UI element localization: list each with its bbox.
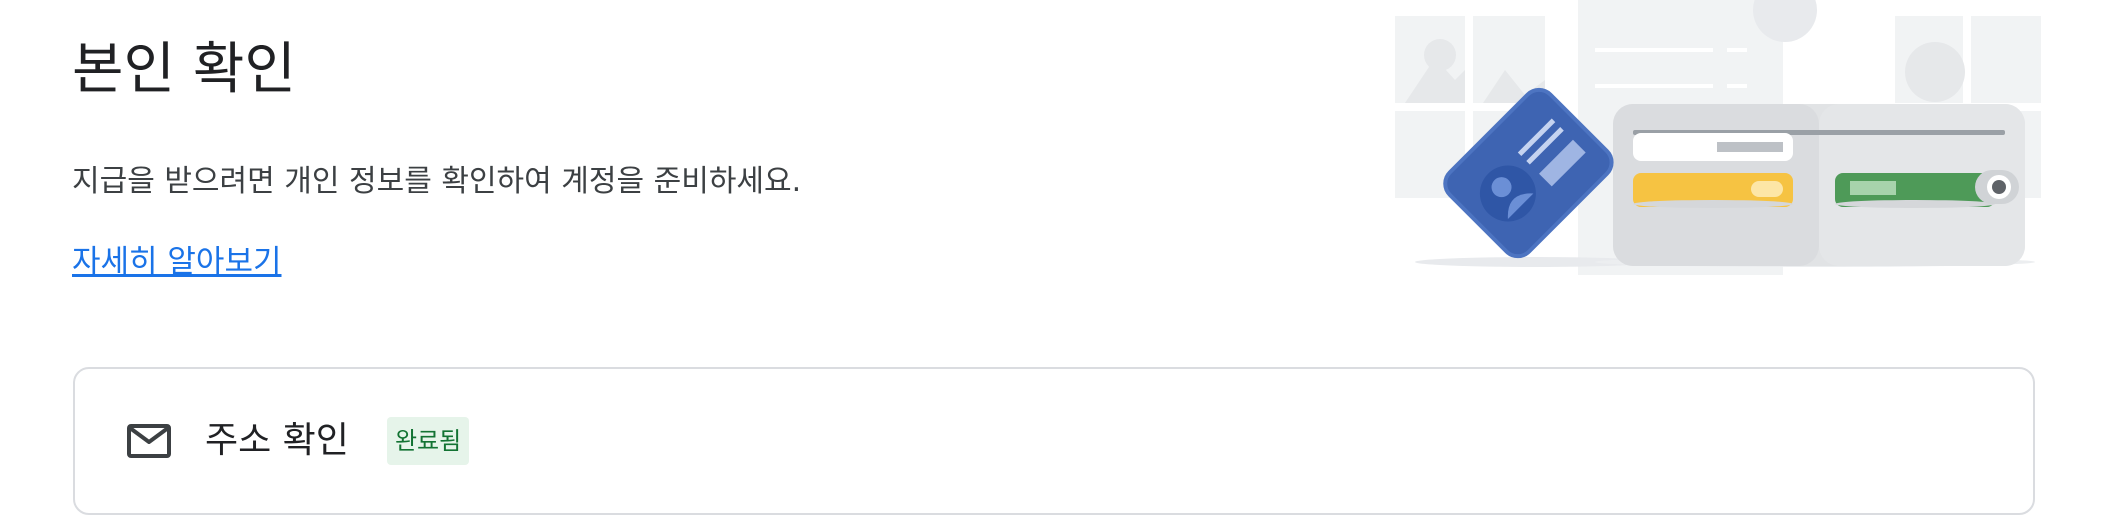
address-verification-row: 주소 확인 완료됨 (127, 369, 470, 513)
status-badge: 완료됨 (386, 417, 470, 465)
page-description: 지급을 받으려면 개인 정보를 확인하여 계정을 준비하세요. (72, 164, 802, 199)
address-verification-title: 주소 확인 (205, 420, 349, 461)
learn-more-link[interactable]: 자세히 알아보기 (72, 240, 282, 284)
id-card-wallet-illustration (1395, 0, 2041, 275)
mail-icon (127, 424, 171, 458)
address-verification-card[interactable]: 주소 확인 완료됨 (73, 367, 2035, 515)
page-title: 본인 확인 (72, 37, 296, 102)
